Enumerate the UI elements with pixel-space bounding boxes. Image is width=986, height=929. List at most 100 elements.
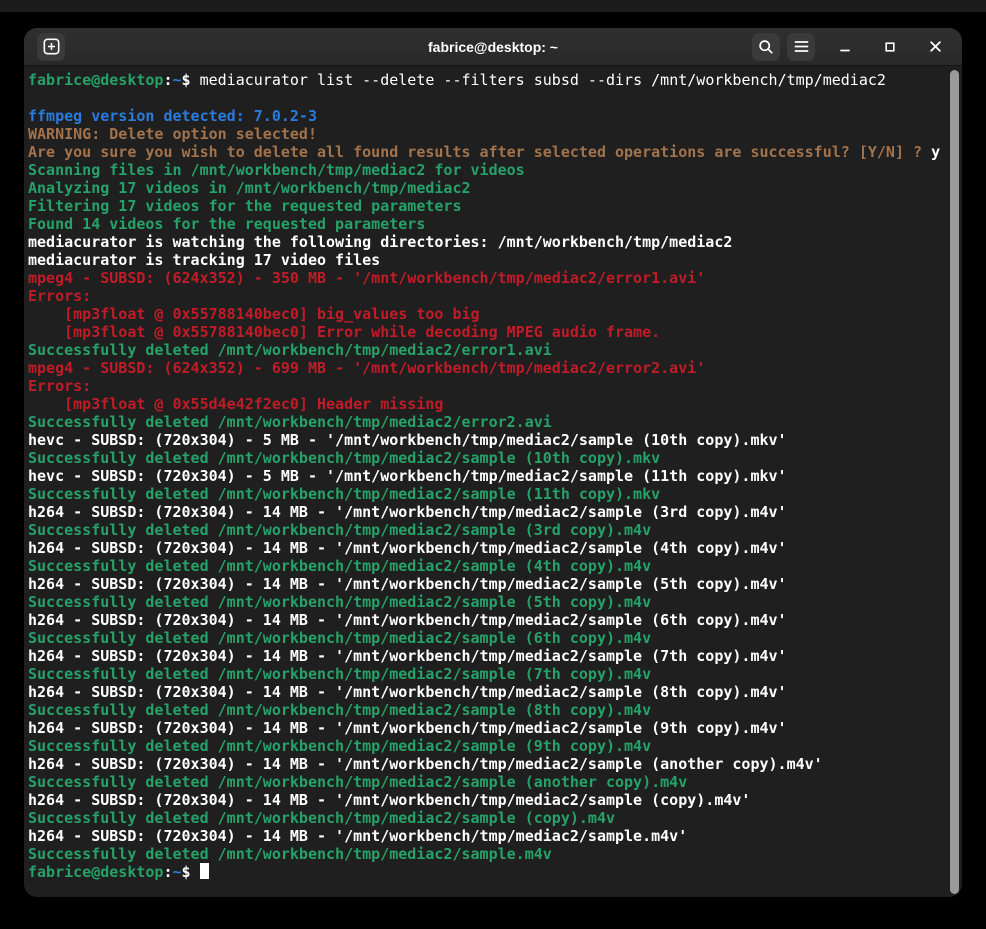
terminal-line: h264 - SUBSD: (720x304) - 14 MB - '/mnt/… <box>28 827 948 845</box>
terminal-line: Successfully deleted /mnt/workbench/tmp/… <box>28 845 948 863</box>
terminal-line: Successfully deleted /mnt/workbench/tmp/… <box>28 701 948 719</box>
terminal-line <box>28 89 948 107</box>
terminal-line: Scanning files in /mnt/workbench/tmp/med… <box>28 161 948 179</box>
new-tab-icon <box>43 38 60 55</box>
terminal-text-segment: h264 - SUBSD: (720x304) - 14 MB - '/mnt/… <box>28 719 787 737</box>
close-button[interactable] <box>920 33 950 61</box>
terminal-text-segment: Successfully deleted /mnt/workbench/tmp/… <box>28 521 651 539</box>
terminal-text-segment: Errors: <box>28 287 91 305</box>
terminal-line: Analyzing 17 videos in /mnt/workbench/tm… <box>28 179 948 197</box>
terminal-text-segment: : <box>163 863 172 881</box>
terminal-text-segment: [mp3float @ 0x55788140bec0] Error while … <box>28 323 660 341</box>
terminal-text-segment: [mp3float @ 0x55d4e42f2ec0] Header missi… <box>28 395 443 413</box>
terminal-text-segment: Filtering 17 videos for the requested pa… <box>28 197 461 215</box>
terminal-text-segment: Successfully deleted /mnt/workbench/tmp/… <box>28 593 651 611</box>
terminal-text-segment: Successfully deleted /mnt/workbench/tmp/… <box>28 845 552 863</box>
maximize-button[interactable] <box>875 33 905 61</box>
terminal-text-segment: h264 - SUBSD: (720x304) - 14 MB - '/mnt/… <box>28 539 787 557</box>
terminal-line: h264 - SUBSD: (720x304) - 14 MB - '/mnt/… <box>28 791 948 809</box>
hamburger-menu-icon <box>794 40 809 53</box>
terminal-line: mpeg4 - SUBSD: (624x352) - 350 MB - '/mn… <box>28 269 948 287</box>
close-icon <box>929 40 942 53</box>
header-bar: fabrice@desktop: ~ <box>24 28 962 66</box>
terminal-text-segment: : <box>163 71 172 89</box>
terminal-line: WARNING: Delete option selected! <box>28 125 948 143</box>
terminal-text-segment: h264 - SUBSD: (720x304) - 14 MB - '/mnt/… <box>28 575 787 593</box>
terminal-line: fabrice@desktop:~$ <box>28 863 948 881</box>
terminal-line: Successfully deleted /mnt/workbench/tmp/… <box>28 593 948 611</box>
new-tab-button[interactable] <box>37 33 65 61</box>
terminal-line: h264 - SUBSD: (720x304) - 14 MB - '/mnt/… <box>28 575 948 593</box>
terminal-line: h264 - SUBSD: (720x304) - 14 MB - '/mnt/… <box>28 755 948 773</box>
terminal-text-segment: Analyzing 17 videos in /mnt/workbench/tm… <box>28 179 471 197</box>
terminal-line: Successfully deleted /mnt/workbench/tmp/… <box>28 773 948 791</box>
minimize-icon <box>839 41 851 53</box>
terminal-text-segment: Successfully deleted /mnt/workbench/tmp/… <box>28 449 660 467</box>
terminal-text-segment: y <box>931 143 940 161</box>
terminal-text-segment: h264 - SUBSD: (720x304) - 14 MB - '/mnt/… <box>28 503 787 521</box>
terminal-text-segment: Successfully deleted /mnt/workbench/tmp/… <box>28 341 552 359</box>
terminal-text-segment: [mp3float @ 0x55788140bec0] big_values t… <box>28 305 480 323</box>
terminal-text-segment: h264 - SUBSD: (720x304) - 14 MB - '/mnt/… <box>28 755 823 773</box>
search-icon <box>758 39 774 55</box>
terminal-text-segment: h264 - SUBSD: (720x304) - 14 MB - '/mnt/… <box>28 611 787 629</box>
terminal-text-segment: WARNING: Delete option selected! <box>28 125 317 143</box>
header-controls <box>752 33 962 61</box>
terminal-line: h264 - SUBSD: (720x304) - 14 MB - '/mnt/… <box>28 683 948 701</box>
terminal-line: Successfully deleted /mnt/workbench/tmp/… <box>28 557 948 575</box>
terminal-text-segment: $ <box>182 71 200 89</box>
terminal-output[interactable]: fabrice@desktop:~$ mediacurator list --d… <box>24 65 962 897</box>
terminal-line: Successfully deleted /mnt/workbench/tmp/… <box>28 341 948 359</box>
terminal-line: [mp3float @ 0x55d4e42f2ec0] Header missi… <box>28 395 948 413</box>
terminal-text-segment: ffmpeg version detected: 7.0.2-3 <box>28 107 317 125</box>
terminal-text-segment: Successfully deleted /mnt/workbench/tmp/… <box>28 809 615 827</box>
background-top-strip <box>0 0 986 12</box>
terminal-text-segment: ~ <box>173 71 182 89</box>
terminal-text-segment: Successfully deleted /mnt/workbench/tmp/… <box>28 485 660 503</box>
terminal-text-segment: Are you sure you wish to delete all foun… <box>28 143 931 161</box>
terminal-line: Filtering 17 videos for the requested pa… <box>28 197 948 215</box>
terminal-text-segment: hevc - SUBSD: (720x304) - 5 MB - '/mnt/w… <box>28 431 787 449</box>
terminal-text-segment: mpeg4 - SUBSD: (624x352) - 699 MB - '/mn… <box>28 359 705 377</box>
scrollbar-thumb[interactable] <box>950 70 959 894</box>
terminal-text-segment: mediacurator is watching the following d… <box>28 233 732 251</box>
text-cursor <box>200 863 209 879</box>
terminal-line: Successfully deleted /mnt/workbench/tmp/… <box>28 413 948 431</box>
terminal-line: Successfully deleted /mnt/workbench/tmp/… <box>28 629 948 647</box>
terminal-text-segment: h264 - SUBSD: (720x304) - 14 MB - '/mnt/… <box>28 683 787 701</box>
terminal-text-segment: Successfully deleted /mnt/workbench/tmp/… <box>28 737 651 755</box>
search-button[interactable] <box>752 33 780 61</box>
terminal-text-segment: h264 - SUBSD: (720x304) - 14 MB - '/mnt/… <box>28 827 687 845</box>
terminal-text-segment: Errors: <box>28 377 91 395</box>
terminal-line: Found 14 videos for the requested parame… <box>28 215 948 233</box>
terminal-text-segment: hevc - SUBSD: (720x304) - 5 MB - '/mnt/w… <box>28 467 787 485</box>
maximize-icon <box>884 41 896 53</box>
terminal-text-segment: mediacurator is tracking 17 video files <box>28 251 380 269</box>
terminal-text-segment: fabrice@desktop <box>28 863 163 881</box>
minimize-button[interactable] <box>830 33 860 61</box>
terminal-line: Successfully deleted /mnt/workbench/tmp/… <box>28 809 948 827</box>
terminal-line: h264 - SUBSD: (720x304) - 14 MB - '/mnt/… <box>28 611 948 629</box>
terminal-line: mediacurator is watching the following d… <box>28 233 948 251</box>
terminal-text-segment: mpeg4 - SUBSD: (624x352) - 350 MB - '/mn… <box>28 269 705 287</box>
terminal-window: fabrice@desktop: ~ <box>24 28 962 897</box>
menu-button[interactable] <box>787 33 815 61</box>
terminal-line: fabrice@desktop:~$ mediacurator list --d… <box>28 71 948 89</box>
terminal-line: hevc - SUBSD: (720x304) - 5 MB - '/mnt/w… <box>28 431 948 449</box>
terminal-line: Errors: <box>28 287 948 305</box>
terminal-text-segment: Successfully deleted /mnt/workbench/tmp/… <box>28 773 687 791</box>
terminal-line: Successfully deleted /mnt/workbench/tmp/… <box>28 737 948 755</box>
terminal-text-segment: mediacurator list --delete --filters sub… <box>200 71 886 89</box>
terminal-text-segment: Successfully deleted /mnt/workbench/tmp/… <box>28 701 651 719</box>
terminal-line: h264 - SUBSD: (720x304) - 14 MB - '/mnt/… <box>28 647 948 665</box>
terminal-line: hevc - SUBSD: (720x304) - 5 MB - '/mnt/w… <box>28 467 948 485</box>
terminal-line: h264 - SUBSD: (720x304) - 14 MB - '/mnt/… <box>28 719 948 737</box>
terminal-text-segment: Successfully deleted /mnt/workbench/tmp/… <box>28 557 651 575</box>
terminal-line: [mp3float @ 0x55788140bec0] big_values t… <box>28 305 948 323</box>
terminal-text-segment: ~ <box>173 863 182 881</box>
terminal-text-segment: fabrice@desktop <box>28 71 163 89</box>
terminal-text-segment: Successfully deleted /mnt/workbench/tmp/… <box>28 629 651 647</box>
terminal-line: h264 - SUBSD: (720x304) - 14 MB - '/mnt/… <box>28 503 948 521</box>
terminal-line: Errors: <box>28 377 948 395</box>
terminal-line: Successfully deleted /mnt/workbench/tmp/… <box>28 665 948 683</box>
